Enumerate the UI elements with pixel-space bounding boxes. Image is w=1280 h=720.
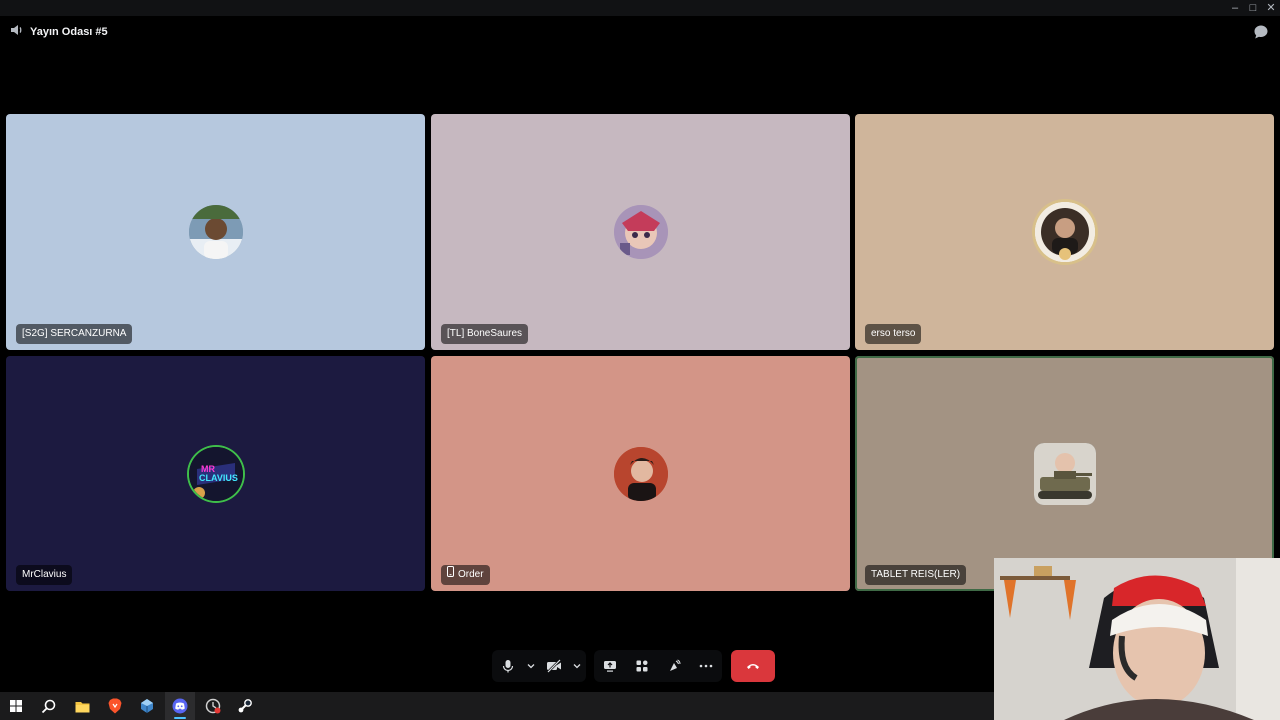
camera-off-icon	[547, 659, 561, 673]
screen-share-icon	[604, 661, 616, 672]
mobile-phone-icon	[447, 565, 454, 585]
more-options-button[interactable]	[690, 650, 722, 682]
participant-name: [TL] BoneSaures	[447, 328, 523, 339]
taskbar-app[interactable]	[132, 692, 162, 720]
participant-name-tag: [TL] BoneSaures	[441, 324, 529, 344]
disconnect-button[interactable]	[731, 650, 775, 682]
participant-name-tag: erso terso	[865, 324, 922, 344]
participant-tile[interactable]: [S2G] SERCANZURNA	[6, 114, 425, 350]
screen-share-button[interactable]	[594, 650, 626, 682]
chevron-down-icon	[573, 664, 581, 669]
participant-name-tag: MrClavius	[16, 565, 73, 585]
participant-tile[interactable]: erso terso	[855, 114, 1274, 350]
taskbar-steam[interactable]	[230, 692, 260, 720]
start-button[interactable]	[1, 692, 31, 720]
audio-video-controls	[492, 650, 586, 682]
channel-name: Yayın Odası #5	[30, 26, 108, 38]
taskbar-brave[interactable]	[100, 692, 130, 720]
activity-controls	[594, 650, 722, 682]
window-titlebar: – □ ✕	[0, 0, 1280, 16]
camera-button[interactable]	[538, 650, 570, 682]
participant-name: TABLET REIS(LER)	[871, 569, 961, 580]
steam-icon	[238, 699, 252, 713]
tank-photo-avatar	[1033, 442, 1096, 505]
windows-start-icon	[10, 700, 22, 712]
soundboard-icon	[670, 659, 681, 671]
maximize-button[interactable]: □	[1244, 0, 1262, 16]
microphone-button[interactable]	[492, 650, 524, 682]
channel-header: Yayın Odası #5	[10, 24, 108, 40]
more-icon	[699, 664, 713, 668]
app-icon	[141, 699, 153, 713]
participant-name-tag: [S2G] SERCANZURNA	[16, 324, 133, 344]
neon-logo-avatar: MR CLAVIUS	[188, 446, 243, 501]
speaker-icon	[10, 23, 24, 42]
svg-text:CLAVIUS: CLAVIUS	[199, 473, 238, 483]
taskbar-discord[interactable]	[165, 692, 195, 720]
participant-name: [S2G] SERCANZURNA	[22, 328, 127, 339]
close-button[interactable]: ✕	[1262, 0, 1280, 16]
participant-tile[interactable]: TABLET REIS(LER)	[855, 356, 1274, 591]
discord-icon	[172, 698, 188, 714]
character-art-avatar	[613, 205, 668, 259]
taskbar-file-explorer[interactable]	[67, 692, 97, 720]
soundboard-button[interactable]	[658, 650, 690, 682]
chevron-down-icon	[527, 664, 535, 669]
webcam-video-frame	[994, 558, 1280, 720]
camera-options-button[interactable]	[570, 650, 584, 682]
chat-button[interactable]	[1253, 24, 1269, 40]
streamer-webcam-overlay	[994, 558, 1280, 720]
chat-bubble-icon	[1254, 25, 1268, 39]
minimize-button[interactable]: –	[1226, 0, 1244, 16]
participant-name: Order	[458, 569, 484, 580]
activities-button[interactable]	[626, 650, 658, 682]
taskbar-search-button[interactable]	[33, 692, 63, 720]
brave-browser-icon	[108, 698, 122, 714]
photo-avatar	[188, 205, 243, 259]
participant-tile[interactable]: MR CLAVIUS MrClavius	[6, 356, 425, 591]
participant-tile[interactable]: Order	[431, 356, 850, 591]
participant-name-tag: Order	[441, 565, 490, 585]
participant-tile[interactable]: [TL] BoneSaures	[431, 114, 850, 350]
hang-up-icon	[747, 664, 759, 669]
taskbar-app-2[interactable]	[198, 692, 228, 720]
activities-icon	[636, 660, 648, 672]
participant-name: MrClavius	[22, 569, 67, 580]
app-icon-2	[205, 698, 221, 714]
file-explorer-icon	[75, 701, 89, 712]
search-icon	[41, 699, 55, 713]
participant-name-tag: TABLET REIS(LER)	[865, 565, 967, 585]
microphone-options-button[interactable]	[524, 650, 538, 682]
microphone-icon	[502, 660, 514, 673]
framed-photo-avatar	[1034, 202, 1095, 262]
participant-name: erso terso	[871, 328, 916, 339]
photo-avatar	[613, 446, 668, 501]
